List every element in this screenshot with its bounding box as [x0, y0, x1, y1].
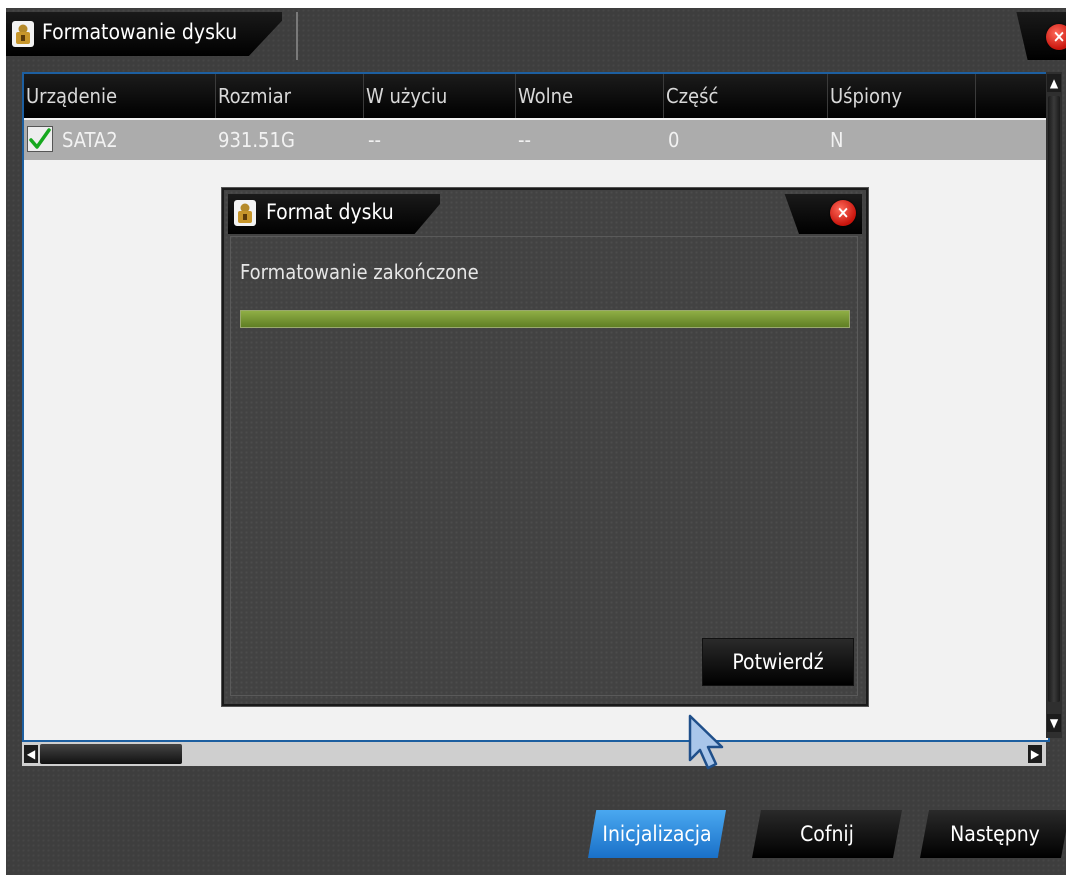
dialog-title: Format dysku — [266, 200, 394, 224]
column-header[interactable]: Urządenie — [24, 74, 216, 118]
column-header[interactable]: Rozmiar — [216, 74, 364, 118]
progress-fill — [241, 311, 849, 327]
back-button[interactable]: Cofnij — [752, 810, 902, 858]
cell-part: 0 — [668, 128, 680, 152]
format-disk-window: Formatowanie dysku × Urządenie Rozmiar W… — [6, 8, 1066, 875]
cell-sleep: N — [830, 128, 844, 152]
scroll-right-icon[interactable]: ▶ — [1028, 745, 1042, 763]
vertical-scroll-thumb[interactable] — [1048, 96, 1060, 702]
next-button[interactable]: Następny — [920, 810, 1066, 858]
vertical-scrollbar[interactable]: ▲ ▼ — [1046, 72, 1062, 738]
checkmark-icon — [29, 128, 51, 149]
column-header[interactable]: Część — [664, 74, 828, 118]
horizontal-scroll-thumb[interactable] — [40, 744, 182, 764]
cell-device: SATA2 — [62, 128, 118, 152]
dialog-content-frame — [230, 236, 858, 696]
table-row[interactable]: SATA2 931.51G -- -- 0 N — [24, 120, 1048, 160]
lock-icon — [12, 21, 34, 47]
init-button[interactable]: Inicjalizacja — [588, 810, 726, 858]
cell-used: -- — [368, 128, 381, 152]
mouse-cursor-icon — [688, 714, 724, 770]
lock-icon — [234, 200, 256, 226]
window-title: Formatowanie dysku — [42, 20, 238, 44]
format-status-text: Formatowanie zakończone — [240, 260, 479, 284]
table-header: Urządenie Rozmiar W użyciu Wolne Część U… — [24, 74, 1048, 118]
cell-size: 931.51G — [218, 128, 295, 152]
format-progress-bar — [240, 310, 850, 328]
close-icon[interactable]: × — [1046, 24, 1066, 50]
confirm-button[interactable]: Potwierdź — [702, 638, 854, 686]
window-title-bar: Formatowanie dysku × — [6, 8, 1066, 66]
format-dialog: Format dysku × Formatowanie zakończone P… — [222, 188, 868, 706]
scroll-left-icon[interactable]: ◀ — [24, 745, 38, 763]
row-checkbox[interactable] — [27, 126, 53, 152]
scroll-down-icon[interactable]: ▼ — [1047, 714, 1061, 732]
cell-free: -- — [518, 128, 531, 152]
column-header[interactable]: Uśpiony — [828, 74, 976, 118]
scroll-up-icon[interactable]: ▲ — [1047, 74, 1061, 92]
column-header[interactable]: Wolne — [516, 74, 664, 118]
close-icon[interactable]: × — [830, 200, 856, 226]
column-header[interactable]: W użyciu — [364, 74, 516, 118]
horizontal-scrollbar[interactable]: ◀ ▶ — [22, 742, 1046, 766]
